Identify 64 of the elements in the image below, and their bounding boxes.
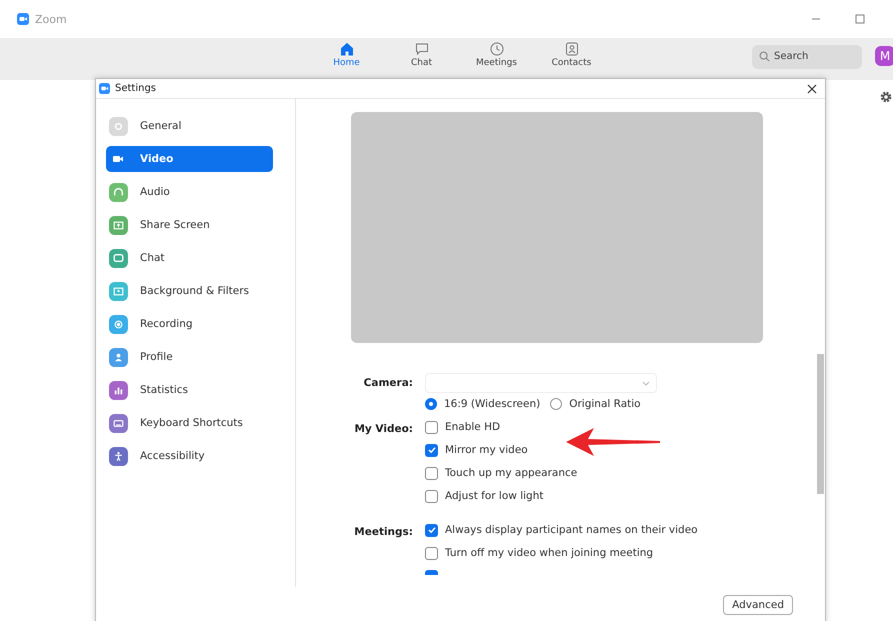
checkbox[interactable] (425, 420, 438, 434)
checkbox[interactable] (425, 444, 438, 456)
sidebar-item[interactable]: Share Screen (106, 212, 273, 238)
app-logo-icon (17, 13, 29, 25)
sidebar-item[interactable]: Profile (106, 344, 273, 370)
checkbox[interactable] (425, 466, 438, 480)
maximize-icon[interactable] (855, 14, 865, 24)
contact-card-icon (564, 42, 578, 56)
caret-icon (642, 380, 650, 386)
sidebar-item[interactable]: Accessibility (106, 443, 273, 469)
sidebar-item[interactable]: General (106, 113, 273, 139)
close-icon[interactable] (807, 84, 817, 94)
option-label: 16:9 (Widescreen) (444, 398, 540, 410)
search-icon (759, 51, 770, 62)
option-label: Enable HD (445, 421, 500, 433)
category-icon (109, 182, 128, 202)
nav-tab[interactable]: Contacts (534, 42, 609, 68)
avatar[interactable]: M (875, 46, 893, 66)
section-label: My Video: (353, 422, 413, 437)
category-icon (109, 380, 128, 400)
field-label: Camera: (362, 376, 413, 391)
checkmark-icon (426, 445, 436, 455)
app-logo-icon (99, 83, 110, 94)
clock-icon (490, 42, 504, 56)
category-icon (109, 116, 128, 136)
chat-bubble-icon (414, 42, 428, 56)
checkbox[interactable] (425, 524, 438, 536)
sidebar-item[interactable]: Video (106, 146, 273, 172)
advanced-button[interactable]: Advanced (723, 595, 793, 615)
category-icon (109, 348, 128, 366)
search-field[interactable]: Search (752, 44, 862, 68)
settings-icon[interactable] (880, 91, 892, 103)
home-icon (340, 42, 354, 56)
scrollbar-thumb[interactable] (817, 354, 824, 494)
option-label: Touch up my appearance (445, 467, 578, 479)
option-label: Turn off my video when joining meeting (445, 547, 654, 559)
option-label: Original Ratio (569, 398, 641, 410)
checkbox[interactable] (425, 546, 438, 560)
app-title: Zoom (35, 12, 67, 26)
category-icon (112, 154, 124, 164)
sidebar-item[interactable]: Statistics (106, 377, 273, 403)
radio-button[interactable] (550, 398, 562, 410)
section-label: Meetings: (353, 525, 413, 540)
nav-tab[interactable]: Home (309, 42, 384, 68)
option-label: Always display participant names on their video (445, 524, 698, 536)
sidebar-item[interactable]: Recording (106, 311, 273, 337)
sidebar-item[interactable]: Audio (106, 179, 273, 205)
category-icon (109, 414, 128, 432)
category-icon (109, 216, 128, 234)
option-label: Adjust for low light (445, 490, 544, 502)
checkbox[interactable] (425, 490, 438, 502)
category-icon (109, 282, 128, 300)
sidebar-item[interactable]: Keyboard Shortcuts (106, 410, 273, 436)
category-icon (109, 314, 128, 334)
nav-tab[interactable]: Chat (384, 42, 459, 68)
option-label: Mirror my video (445, 444, 528, 456)
nav-tab[interactable]: Meetings (459, 42, 534, 68)
dialog-title: Settings (115, 83, 156, 94)
radio-button[interactable] (425, 398, 437, 410)
checkmark-icon (426, 525, 436, 535)
category-icon (109, 248, 128, 268)
sidebar-item[interactable]: Chat (106, 245, 273, 271)
sidebar-item[interactable]: Background & Filters (106, 278, 273, 304)
category-icon (109, 446, 128, 466)
